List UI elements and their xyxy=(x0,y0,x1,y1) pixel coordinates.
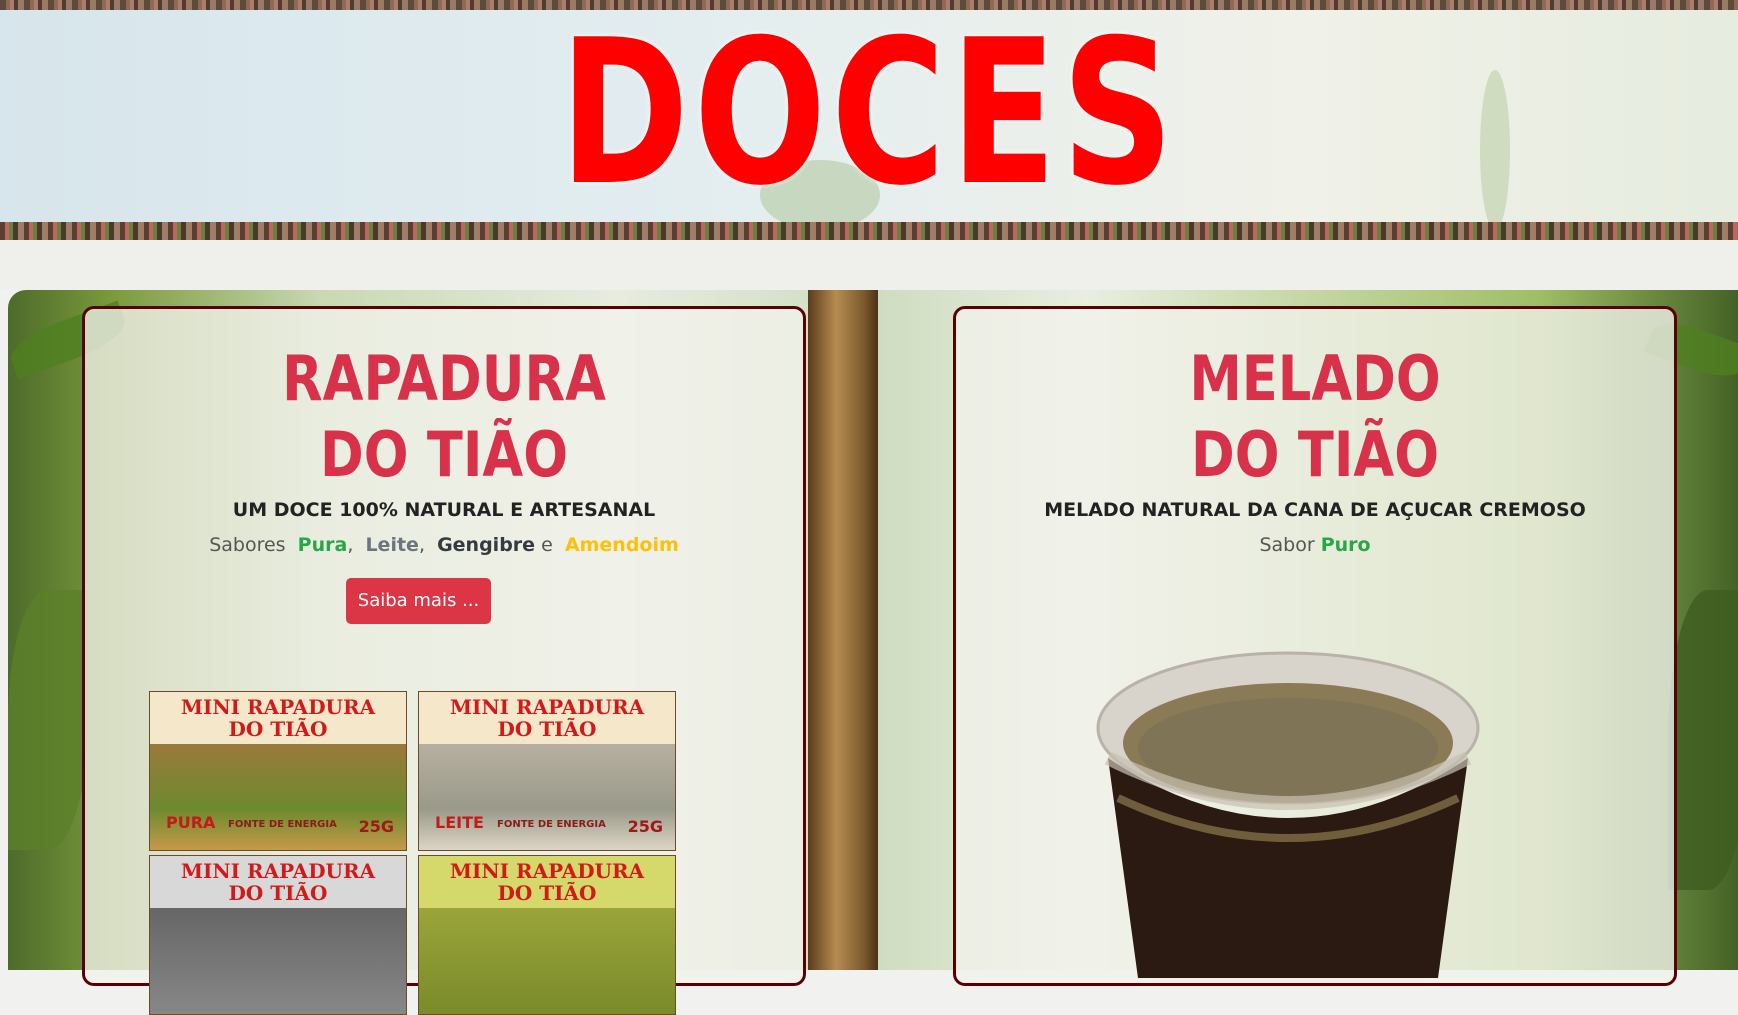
flavor-separator: , xyxy=(347,534,354,556)
box-label: MINI RAPADURA xyxy=(180,695,376,719)
flavor-leite: Leite xyxy=(365,534,419,556)
flavors-line: Sabores Pura, Leite, Gengibre e Amendoim xyxy=(85,534,803,556)
flavor-conjunction: e xyxy=(541,534,553,556)
package-box-amendoim: MINI RAPADURA DO TIÃO xyxy=(418,855,676,1015)
product-title-line1: MELADO xyxy=(1189,342,1441,415)
product-title-line1: RAPADURA xyxy=(282,342,606,415)
melado-pot-image xyxy=(1096,651,1480,978)
flavors-prefix: Sabores xyxy=(209,534,286,556)
page-header: DOCES xyxy=(0,0,1738,240)
flavor-separator: , xyxy=(418,534,425,556)
paper-strip xyxy=(0,240,1738,290)
product-card-rapadura: RAPADURA DO TIÃO UM DOCE 100% NATURAL E … xyxy=(82,306,806,1015)
product-subtitle: MELADO NATURAL DA CANA DE AÇUCAR CREMOSO xyxy=(1044,499,1586,521)
box-weight: 25G xyxy=(358,817,394,836)
flavors-line: Sabor Puro xyxy=(956,534,1674,556)
box-flavor: LEITE xyxy=(435,813,484,832)
flavor-amendoim: Amendoim xyxy=(564,534,679,556)
leaf-decoration xyxy=(8,590,88,850)
flavor-pura: Pura xyxy=(297,534,348,556)
box-label: DO TIÃO xyxy=(228,717,328,741)
package-box-pura: MINI RAPADURA DO TIÃO PURA FONTE DE ENERG… xyxy=(149,691,407,851)
box-flavor: PURA xyxy=(166,813,216,832)
box-fonte: FONTE DE ENERGIA xyxy=(228,819,337,830)
package-box-gengibre: MINI RAPADURA DO TIÃO xyxy=(149,855,407,1015)
sugarcane-stalk xyxy=(808,290,878,970)
package-box-leite: MINI RAPADURA DO TIÃO LEITE FONTE DE ENER… xyxy=(418,691,676,851)
product-title-line2: DO TIÃO xyxy=(319,418,569,491)
wood-border-bottom xyxy=(0,222,1738,240)
product-subtitle: UM DOCE 100% NATURAL E ARTESANAL xyxy=(232,499,656,521)
box-label: DO TIÃO xyxy=(228,881,328,905)
flavor-puro: Puro xyxy=(1320,534,1371,556)
flavor-gengibre: Gengibre xyxy=(437,534,536,556)
page-title: DOCES xyxy=(559,0,1179,230)
box-weight: 25G xyxy=(627,817,663,836)
leaf-decoration xyxy=(1668,590,1738,890)
product-title-line2: DO TIÃO xyxy=(1190,418,1440,491)
box-label: MINI RAPADURA xyxy=(180,859,376,883)
box-label: DO TIÃO xyxy=(497,881,597,905)
box-label: MINI RAPADURA xyxy=(449,695,645,719)
box-label: DO TIÃO xyxy=(497,717,597,741)
box-label: MINI RAPADURA xyxy=(449,859,645,883)
flavors-prefix: Sabor xyxy=(1259,534,1315,556)
saiba-mais-button[interactable]: Saiba mais ... xyxy=(346,578,491,624)
box-fonte: FONTE DE ENERGIA xyxy=(497,819,606,830)
